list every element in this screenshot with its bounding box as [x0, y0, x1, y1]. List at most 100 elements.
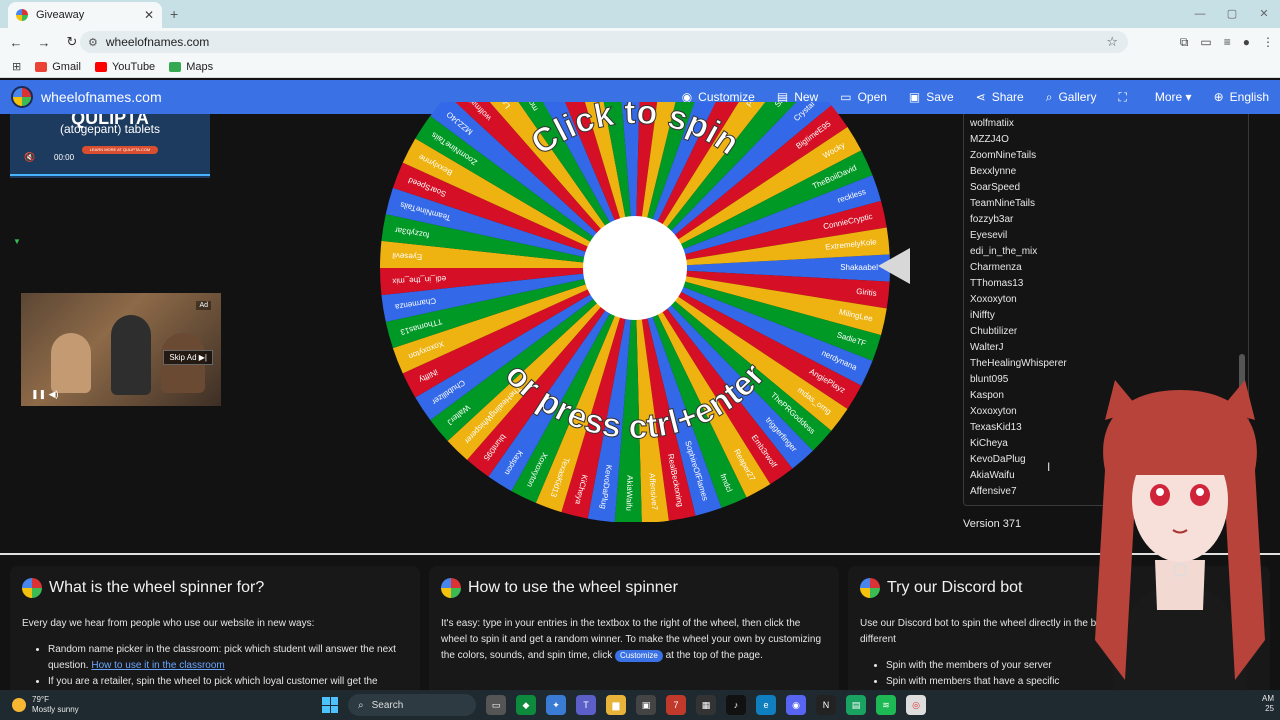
tiktok-icon[interactable]: ♪ [726, 695, 746, 715]
video-ad[interactable]: Ad Skip Ad ▶| ❚❚ ◀) [21, 293, 221, 406]
copilot-icon[interactable]: ✦ [546, 695, 566, 715]
entry-item[interactable]: Xoxoxyton [970, 404, 1248, 420]
entry-item[interactable]: TeamNineTails [970, 196, 1248, 212]
bookmarks-bar: ⊞ Gmail YouTube Maps [0, 56, 1280, 78]
banner-ad[interactable]: QULIPTA (atogepant) tablets LEARN MORE A… [10, 114, 210, 178]
entry-item[interactable]: Bexxlynne [970, 164, 1248, 180]
list-item: Random name picker in the classroom: pic… [48, 642, 408, 674]
site-name[interactable]: wheelofnames.com [41, 89, 162, 105]
entry-item[interactable]: MZZJ4O [970, 132, 1248, 148]
new-tab-button[interactable]: + [170, 6, 178, 22]
wheel-logo-icon[interactable] [11, 86, 33, 108]
entry-item[interactable]: edi_in_the_mix [970, 244, 1248, 260]
forward-icon[interactable]: → [32, 35, 56, 50]
bookmark-gmail[interactable]: Gmail [35, 61, 81, 73]
entry-item[interactable]: TheHealingWhisperer [970, 356, 1248, 372]
mute-icon[interactable]: 🔇 [24, 152, 35, 163]
ad-cta-button[interactable]: LEARN MORE AT QULIPTA.COM [82, 146, 158, 154]
entry-item[interactable]: Chubtilizer [970, 324, 1248, 340]
weather-widget[interactable]: 79°F Mostly sunny [12, 695, 79, 715]
spotify-icon[interactable]: ≋ [876, 695, 896, 715]
entry-item[interactable]: WalterJ [970, 340, 1248, 356]
scrollbar-thumb[interactable] [1239, 354, 1245, 494]
entry-item[interactable]: KiCheya [970, 436, 1248, 452]
entry-item[interactable]: fozzyb3ar [970, 212, 1248, 228]
spin-wheel[interactable]: ShakaabelGiritisMilingLeeSadieTFnerdynan… [380, 102, 890, 522]
wheel-container[interactable]: Shakaabel Giritis MilingLee SadieTF nerdynan… [380, 102, 890, 522]
address-bar[interactable]: ⚙ wheelofnames.com ☆ [80, 31, 1128, 53]
entry-item[interactable]: Eyesevil [970, 228, 1248, 244]
app-icon[interactable]: 7 [666, 695, 686, 715]
site-info-icon[interactable]: ⚙ [88, 36, 98, 49]
edge-icon[interactable]: e [756, 695, 776, 715]
wheel-logo-icon [441, 578, 461, 598]
profile-icon[interactable]: ● [1243, 35, 1250, 49]
entry-item[interactable]: wolfmatiix [970, 116, 1248, 132]
app-icon[interactable]: ▦ [696, 695, 716, 715]
apps-grid-icon[interactable]: ⊞ [12, 60, 21, 73]
pause-volume-icon[interactable]: ❚❚ ◀) [31, 389, 59, 400]
wheel-center[interactable] [583, 216, 687, 320]
share-icon: ⋖ [975, 90, 986, 104]
card-discord: Try our Discord bot Use our Discord bot … [848, 566, 1270, 690]
maps-icon [169, 61, 182, 72]
menu-item-english[interactable]: ⊕ English [1203, 90, 1280, 104]
back-icon[interactable]: ← [4, 35, 28, 50]
maximize-button[interactable]: ▢ [1216, 0, 1248, 28]
bookmark-maps[interactable]: Maps [169, 61, 213, 73]
task-view-icon[interactable]: ▭ [486, 695, 506, 715]
entry-item[interactable]: AkiaWaifu [970, 468, 1248, 484]
menu-item-share[interactable]: ⋖ Share [965, 90, 1035, 104]
entry-item[interactable]: blunt095 [970, 372, 1248, 388]
app-icon[interactable]: ▤ [846, 695, 866, 715]
entry-item[interactable]: Affensive7 [970, 484, 1248, 500]
entry-item[interactable]: KevoDaPlug [970, 452, 1248, 468]
card-list: Random name picker in the classroom: pic… [22, 642, 408, 690]
ad-progress-bar [10, 174, 210, 176]
entries-scrollbar[interactable] [1238, 114, 1246, 506]
playlist-icon[interactable]: ≡ [1224, 35, 1231, 49]
menu-item-more[interactable]: More ▾ [1144, 90, 1203, 104]
bookmark-star-icon[interactable]: ☆ [1106, 34, 1118, 50]
entry-item[interactable]: SoarSpeed [970, 180, 1248, 196]
entry-item[interactable]: Kaspon [970, 388, 1248, 404]
entry-item[interactable]: ZoomNineTails [970, 148, 1248, 164]
menu-item-gallery[interactable]: ⌕ Gallery [1035, 90, 1108, 105]
entries-textbox[interactable]: wolfmatiix MZZJ4O ZoomNineTails Bexxlynne So… [963, 114, 1249, 506]
ad-subtitle: (atogepant) tablets [59, 122, 161, 136]
entry-item[interactable]: TThomas13 [970, 276, 1248, 292]
minimize-button[interactable]: — [1184, 0, 1216, 28]
browser-tab[interactable]: Giveaway ✕ [8, 2, 162, 28]
menu-item-fullscreen[interactable]: ⛶ [1107, 90, 1143, 105]
cast-icon[interactable]: ▭ [1200, 35, 1211, 49]
entries-list[interactable]: wolfmatiix MZZJ4O ZoomNineTails Bexxlynne So… [964, 114, 1248, 500]
clock-date: 25 [1265, 704, 1274, 713]
close-window-button[interactable]: ✕ [1248, 0, 1280, 28]
ad-marker-icon: ▼ [13, 237, 21, 246]
chrome-icon[interactable]: ◎ [906, 695, 926, 715]
wheel-segment-label: Shakaabel [840, 263, 878, 272]
entry-item[interactable]: Xoxoxyton [970, 292, 1248, 308]
classroom-link[interactable]: How to use it in the classroom [91, 660, 224, 671]
close-tab-icon[interactable]: ✕ [144, 8, 154, 22]
store-icon[interactable]: ▣ [636, 695, 656, 715]
xbox-icon[interactable]: ◆ [516, 695, 536, 715]
file-explorer-icon[interactable]: ▆ [606, 695, 626, 715]
discord-icon[interactable]: ◉ [786, 695, 806, 715]
menu-item-save[interactable]: ▣ Save [898, 90, 965, 104]
windows-start-icon[interactable] [322, 697, 338, 713]
skip-ad-button[interactable]: Skip Ad ▶| [163, 350, 213, 365]
entry-item[interactable]: iNiffty [970, 308, 1248, 324]
entry-item[interactable]: TexasKid13 [970, 420, 1248, 436]
customize-chip[interactable]: Customize [614, 650, 663, 662]
bookmark-youtube[interactable]: YouTube [94, 61, 155, 73]
kebab-menu-icon[interactable]: ⋮ [1262, 35, 1274, 49]
sun-icon [12, 698, 26, 712]
gmail-icon [35, 61, 48, 72]
teams-icon[interactable]: T [576, 695, 596, 715]
extensions-icon[interactable]: ⧉ [1180, 35, 1189, 50]
system-clock[interactable]: AM 25 [1262, 694, 1274, 714]
taskbar-search[interactable]: ⌕ Search [348, 694, 476, 716]
app-icon[interactable]: N [816, 695, 836, 715]
entry-item[interactable]: Charmenza [970, 260, 1248, 276]
